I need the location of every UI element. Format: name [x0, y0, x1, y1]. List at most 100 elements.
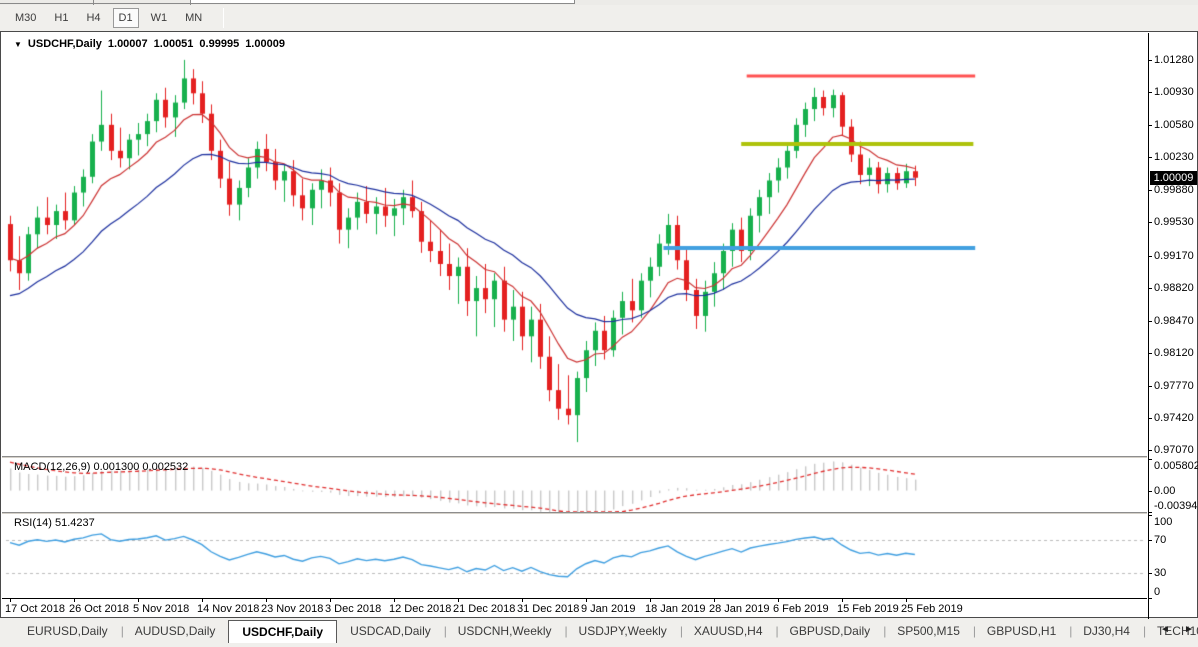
time-axis-label: 25 Feb 2019	[901, 603, 963, 615]
ohlc-low: 0.99995	[199, 38, 239, 50]
price-axis-tick	[1148, 190, 1152, 191]
time-axis-label: 31 Dec 2018	[517, 603, 579, 615]
macd-label: MACD(12,26,9) 0.001300 0.002532	[14, 461, 188, 473]
price-axis-label: 0.99530	[1154, 216, 1194, 228]
tabs-scroll-right-icon[interactable]: ►	[1184, 624, 1194, 635]
time-axis[interactable]: 17 Oct 2018 26 Oct 2018 5 Nov 2018 14 Nov 2…	[2, 598, 1147, 619]
rsi-axis-tick	[1148, 573, 1152, 574]
time-axis-label: 6 Feb 2019	[773, 603, 829, 615]
time-axis-label: 21 Dec 2018	[453, 603, 515, 615]
price-axis-label: 1.00580	[1154, 119, 1194, 131]
macd-axis-label: 0.005802	[1154, 460, 1198, 472]
time-axis-label: 14 Nov 2018	[197, 603, 259, 615]
tab-usdcnh-weekly[interactable]: USDCNH,Weekly	[445, 620, 565, 642]
tf-button-h1[interactable]: H1	[48, 8, 74, 28]
price-axis-tick	[1148, 353, 1152, 354]
time-axis-label: 17 Oct 2018	[5, 603, 65, 615]
price-axis-tick	[1148, 386, 1152, 387]
macd-axis-label: -0.003945	[1154, 500, 1198, 512]
tab-dj30-h4[interactable]: DJ30,H4	[1070, 620, 1143, 642]
price-axis-label: 1.00930	[1154, 86, 1194, 98]
macd-axis-tick	[1148, 512, 1152, 513]
tf-button-m30[interactable]: M30	[9, 8, 42, 28]
tab-usdjpy-weekly[interactable]: USDJPY,Weekly	[566, 620, 680, 642]
rsi-canvas[interactable]	[2, 515, 1148, 598]
time-axis-label: 15 Feb 2019	[837, 603, 899, 615]
time-axis-label: 5 Nov 2018	[133, 603, 189, 615]
toolbar-segment	[190, 0, 575, 4]
tab-eurusd-daily[interactable]: EURUSD,Daily	[14, 620, 121, 642]
tf-button-h4[interactable]: H4	[80, 8, 106, 28]
rsi-axis-label: 30	[1154, 567, 1166, 579]
toolbar-segment	[0, 0, 190, 4]
time-axis-tick	[458, 599, 459, 602]
tab-usdchf-daily[interactable]: USDCHF,Daily	[228, 620, 337, 643]
tab-gbpusd-daily[interactable]: GBPUSD,Daily	[777, 620, 884, 642]
price-axis-tick	[1148, 125, 1152, 126]
tab-usdcad-daily[interactable]: USDCAD,Daily	[337, 620, 444, 642]
price-axis-label: 0.99880	[1154, 184, 1194, 196]
toolbar-group-separator	[223, 8, 224, 28]
tf-button-mn[interactable]: MN	[179, 8, 208, 28]
time-axis-label: 23 Nov 2018	[261, 603, 323, 615]
price-axis-label: 0.98820	[1154, 282, 1194, 294]
price-axis-line	[1148, 33, 1149, 619]
time-axis-tick	[714, 599, 715, 602]
time-axis-label: 18 Jan 2019	[645, 603, 706, 615]
rsi-axis-tick	[1148, 515, 1152, 516]
price-axis-label: 1.01280	[1154, 54, 1194, 66]
macd-axis-tick	[1148, 491, 1152, 492]
time-axis-label: 12 Dec 2018	[389, 603, 451, 615]
mt4-window: M30 H1 H4 D1 W1MN ▼ USDCHF,Daily 1.00007 1.0…	[0, 0, 1198, 647]
price-axis-label: 1.00230	[1154, 151, 1194, 163]
macd-axis-label: 0.00	[1154, 485, 1175, 497]
ohlc-open: 1.00007	[108, 38, 148, 50]
price-axis-tick	[1148, 256, 1152, 257]
time-axis-tick	[266, 599, 267, 602]
ohlc-high: 1.00051	[154, 38, 194, 50]
price-axis-tick	[1148, 288, 1152, 289]
tab-gbpusd-h1[interactable]: GBPUSD,H1	[974, 620, 1069, 642]
chart-collapse-icon[interactable]: ▼	[14, 40, 22, 49]
price-axis-tick	[1148, 60, 1152, 61]
price-axis-label: 0.98470	[1154, 315, 1194, 327]
chart-title: ▼ USDCHF,Daily 1.00007 1.00051 0.99995 1…	[14, 38, 285, 50]
time-axis-tick	[586, 599, 587, 602]
timeframe-toolbar: M30 H1 H4 D1 W1MN	[0, 5, 1198, 31]
tab-audusd-daily[interactable]: AUDUSD,Daily	[122, 620, 229, 642]
time-axis-tick	[778, 599, 779, 602]
price-axis-tick	[1148, 321, 1152, 322]
rsi-axis-label: 100	[1154, 516, 1172, 528]
rsi-axis-tick	[1148, 598, 1152, 599]
ohlc-close: 1.00009	[245, 38, 285, 50]
price-axis-label: 0.97420	[1154, 412, 1194, 424]
price-axis-tick	[1148, 157, 1152, 158]
price-axis-tick	[1148, 450, 1152, 451]
time-axis-tick	[10, 599, 11, 602]
tab-sp500-m15[interactable]: SP500,M15	[884, 620, 973, 642]
tf-button-w1[interactable]: W1	[145, 8, 174, 28]
price-axis-label: 0.97070	[1154, 444, 1194, 456]
macd-axis-tick	[1148, 459, 1152, 460]
time-axis-tick	[330, 599, 331, 602]
time-axis-tick	[842, 599, 843, 602]
time-axis-label: 28 Jan 2019	[709, 603, 770, 615]
price-chart-canvas[interactable]	[2, 33, 1148, 456]
time-axis-tick	[74, 599, 75, 602]
price-axis-label: 0.97770	[1154, 380, 1194, 392]
tab-xauusd-h4[interactable]: XAUUSD,H4	[681, 620, 776, 642]
time-axis-tick	[138, 599, 139, 602]
price-axis-tick	[1148, 418, 1152, 419]
price-axis-label: 0.99170	[1154, 250, 1194, 262]
rsi-axis-label: 0	[1154, 586, 1160, 598]
price-axis-tick	[1148, 92, 1152, 93]
time-axis-label: 26 Oct 2018	[69, 603, 129, 615]
time-axis-tick	[394, 599, 395, 602]
tabs-scroll-left-icon[interactable]: ◄	[1160, 624, 1170, 635]
tf-button-d1[interactable]: D1	[113, 8, 139, 28]
time-axis-label: 9 Jan 2019	[581, 603, 635, 615]
current-price-box: 1.00009	[1150, 171, 1197, 185]
symbol-tab-bar: EURUSD,Daily|AUDUSD,DailyUSDCHF,DailyUSD…	[0, 619, 1198, 647]
price-axis-tick	[1148, 222, 1152, 223]
chart-window: ▼ USDCHF,Daily 1.00007 1.00051 0.99995 1…	[0, 31, 1198, 618]
